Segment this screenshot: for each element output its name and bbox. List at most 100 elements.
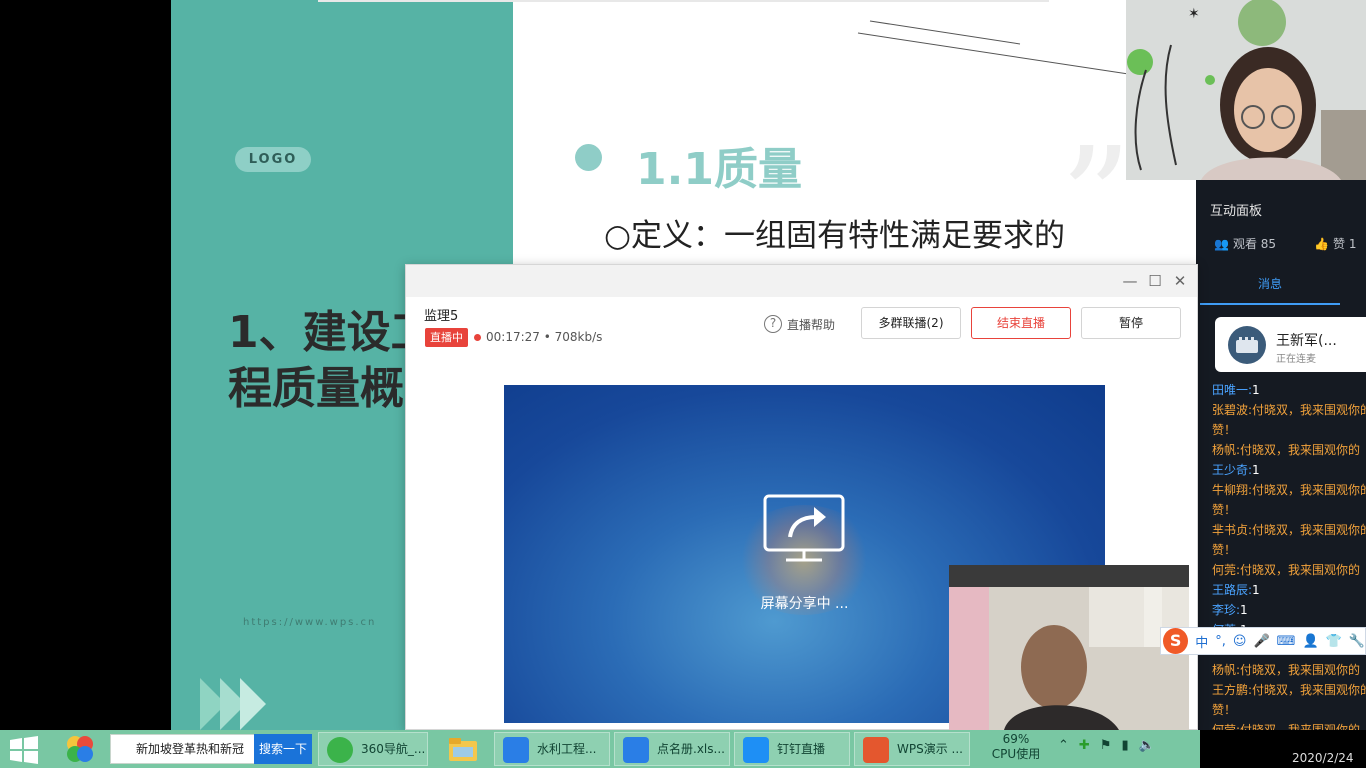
message-sender: 张碧波: — [1212, 403, 1253, 417]
windows-start-icon[interactable] — [8, 736, 40, 764]
message-text: 付晓双，我来围观你的 — [1252, 483, 1366, 497]
user-icon[interactable]: 👤 — [1302, 634, 1318, 649]
message-item: 王方鹏:付晓双，我来围观你的 — [1212, 680, 1366, 700]
message-sender: 杨帆: — [1212, 443, 1241, 457]
task-roster-spreadsheet[interactable]: 点名册.xls... — [614, 732, 730, 766]
message-text: 付晓双，我来围观你的 — [1252, 683, 1366, 697]
presenter-webcam: ✶ — [1126, 0, 1366, 180]
battery-icon[interactable]: ▮ — [1121, 738, 1128, 753]
task-wps-presentation[interactable]: WPS演示 ... — [854, 732, 970, 766]
message-text: 付晓双，我来围观你的 — [1252, 523, 1366, 537]
wps-presentation-icon — [863, 737, 889, 763]
message-item: 杨帆:付晓双，我来围观你的 — [1212, 660, 1366, 680]
message-text: 赞！ — [1212, 543, 1237, 557]
message-item: 杨帆:付晓双，我来围观你的 — [1212, 440, 1366, 460]
message-item: 何莞:付晓双，我来围观你的 — [1212, 560, 1366, 580]
avatar-icon — [1236, 337, 1258, 353]
volume-icon[interactable]: 🔈 — [1139, 738, 1155, 753]
taskbar-search-button[interactable]: 搜索一下 — [254, 734, 312, 764]
message-item: 田唯一:1 — [1212, 380, 1366, 400]
tray-app-icon[interactable]: ✚ — [1079, 738, 1090, 753]
slide-url: https://www.wps.cn — [243, 617, 377, 628]
live-status-badge: 直播中 — [425, 328, 468, 347]
bitrate: 708kb/s — [554, 330, 603, 344]
slide-top-rule — [318, 0, 1049, 2]
pinwheel-app-icon[interactable] — [64, 733, 96, 765]
message-sender: 杨帆: — [1212, 663, 1241, 677]
taskbar-search-input[interactable]: 新加坡登革热和新冠 — [110, 734, 255, 764]
message-sender: 王方鹏: — [1212, 683, 1253, 697]
ime-mode-toggle[interactable]: 中 — [1195, 632, 1208, 651]
ime-punctuation-toggle[interactable]: °, — [1215, 634, 1226, 649]
file-explorer-icon[interactable] — [447, 733, 479, 765]
recording-dot-icon — [474, 334, 481, 341]
emoji-icon[interactable]: ☺ — [1233, 634, 1247, 649]
panel-stats: 👥 观看 85 👍 赞 1 — [1214, 235, 1356, 252]
live-help-link[interactable]: ? 直播帮助 — [764, 315, 835, 333]
taskbar: e 新加坡登革热和新冠 搜索一下 360导航_... 水利工程... 点名册.x… — [0, 730, 1366, 768]
wps-writer-icon — [503, 737, 529, 763]
tab-messages[interactable]: 消息 — [1200, 275, 1340, 305]
settings-wrench-icon[interactable]: 🔧 — [1349, 634, 1365, 649]
microphone-icon[interactable]: 🎤 — [1253, 634, 1269, 649]
message-item: 李珍:1 — [1212, 600, 1366, 620]
multi-group-broadcast-button[interactable]: 多群联播(2) — [861, 307, 961, 339]
system-tray: ⌃ ✚ ⚑ ▮ 🔈 — [1058, 738, 1155, 753]
sogou-logo-icon[interactable]: S — [1163, 628, 1189, 654]
message-text: 1 — [1252, 383, 1260, 397]
end-live-button[interactable]: 结束直播 — [971, 307, 1071, 339]
message-sender: 何莞: — [1212, 563, 1241, 577]
message-item: 赞！ — [1212, 420, 1366, 440]
maximize-icon[interactable]: ☐ — [1146, 272, 1164, 290]
360-browser-icon — [327, 737, 353, 763]
help-label: 直播帮助 — [787, 317, 836, 332]
message-text: 赞！ — [1212, 423, 1237, 437]
message-sender: 芈书贞: — [1212, 523, 1253, 537]
message-item: 芈书贞:付晓双，我来围观你的 — [1212, 520, 1366, 540]
slide-logo: LOGO — [235, 147, 311, 172]
group-name: 监理5 — [424, 309, 459, 324]
viewers-count: 👥 观看 85 — [1214, 237, 1277, 251]
skin-icon[interactable]: 👕 — [1326, 634, 1342, 649]
pause-button[interactable]: 暂停 — [1081, 307, 1181, 339]
message-item: 张碧波:付晓双，我来围观你的 — [1212, 400, 1366, 420]
live-stats: 00:17:27 • 708kb/s — [486, 330, 603, 344]
task-360-navigation[interactable]: 360导航_... — [318, 732, 428, 766]
slide-title-line2: 程质量概 — [228, 363, 404, 414]
keyboard-icon[interactable]: ⌨ — [1277, 634, 1296, 649]
task-dingtalk-live[interactable]: 钉钉直播 — [734, 732, 850, 766]
co-host-card[interactable]: 王新军(... 正在连麦 — [1215, 317, 1366, 372]
message-item: 王路辰:1 — [1212, 580, 1366, 600]
avatar — [1228, 326, 1266, 364]
message-text: 付晓双，我来围观你的 — [1240, 443, 1361, 457]
quote-mark-decoration: ” — [1060, 118, 1132, 281]
task-wps-writer-document[interactable]: 水利工程... — [494, 732, 610, 766]
slide-definition: ○定义：一组固有特性满足要求的 — [604, 218, 1066, 254]
heading-bullet — [575, 144, 602, 171]
minimize-icon[interactable]: — — [1121, 272, 1139, 290]
message-sender: 牛柳翔: — [1212, 483, 1253, 497]
interactive-panel: 互动面板 👥 观看 85 👍 赞 1 消息 王新军(... 正在连麦 田唯一:1 张碧… — [1196, 180, 1366, 768]
screen-share-icon — [763, 494, 845, 562]
elapsed-time: 00:17:27 — [486, 330, 540, 344]
wps-office-icon — [623, 737, 649, 763]
co-host-video-frame — [949, 587, 1189, 730]
message-text: 付晓双，我来围观你的 — [1252, 403, 1366, 417]
tray-expand-icon[interactable]: ⌃ — [1058, 738, 1069, 753]
message-text: 1 — [1252, 583, 1260, 597]
message-text: 赞！ — [1212, 503, 1237, 517]
taskbar-clock[interactable]: 2020/2/24 — [1200, 730, 1366, 768]
message-item: 牛柳翔:付晓双，我来围观你的 — [1212, 480, 1366, 500]
dingtalk-live-icon — [743, 737, 769, 763]
message-list: 田唯一:1 张碧波:付晓双，我来围观你的 赞！ 杨帆:付晓双，我来围观你的 王少奇:1 牛… — [1212, 380, 1366, 740]
message-item: 赞！ — [1212, 700, 1366, 720]
slide-title: 1、建设工 程质量概 — [228, 305, 408, 417]
message-sender: 王路辰: — [1212, 583, 1253, 597]
close-icon[interactable]: ✕ — [1171, 272, 1189, 290]
message-text: 赞！ — [1212, 703, 1237, 717]
slide-arrows-decoration — [200, 678, 266, 730]
cpu-usage-widget[interactable]: 69% CPU使用 — [986, 732, 1046, 762]
cpu-label: CPU使用 — [991, 747, 1041, 761]
network-icon[interactable]: ⚑ — [1100, 738, 1112, 753]
message-item: 赞！ — [1212, 500, 1366, 520]
